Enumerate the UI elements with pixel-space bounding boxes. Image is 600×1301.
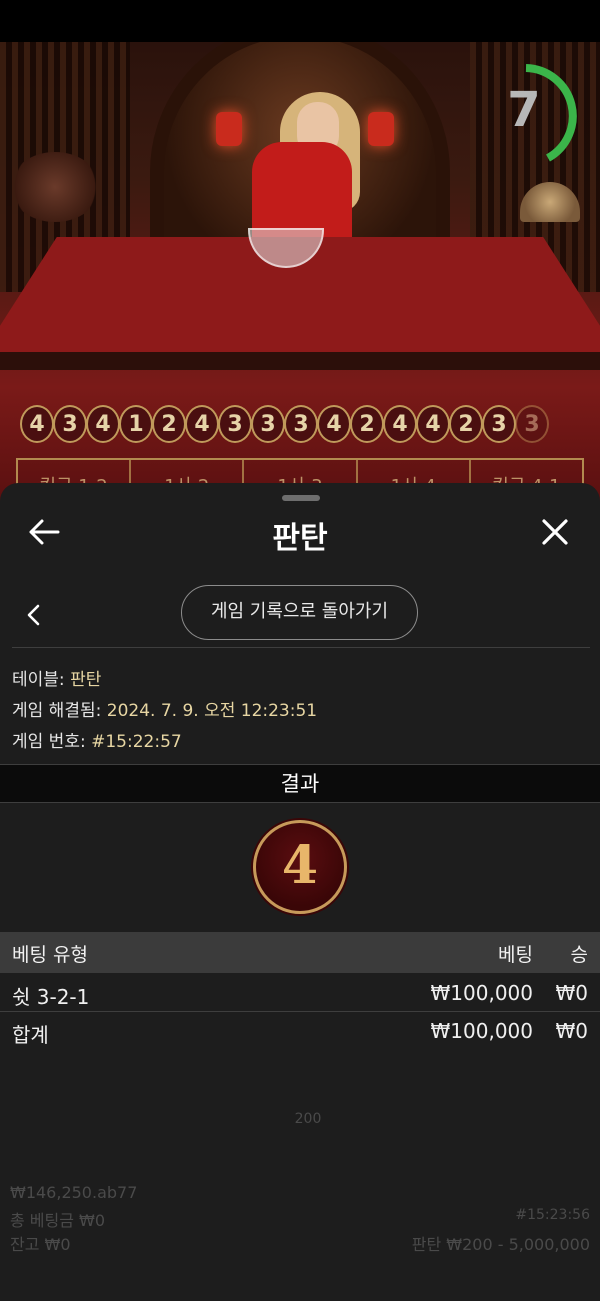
game-detail-sheet: 판탄 게임 기록으로 돌아가기 테이블: 판탄 게임 해결됨: 2024. 7.…	[0, 483, 600, 1301]
divider	[12, 647, 590, 648]
lantern-right	[368, 112, 394, 146]
row-bet-amount: ₩100,000	[430, 981, 533, 1005]
chip-value: 200	[294, 1111, 322, 1127]
total-label: 합계	[12, 1023, 49, 1047]
table-label: 테이블:	[12, 670, 65, 690]
history-ball: 3	[251, 405, 285, 443]
history-ball: 4	[20, 405, 54, 443]
close-icon[interactable]	[540, 517, 570, 547]
history-ball: 4	[185, 405, 219, 443]
sheet-drag-handle[interactable]	[282, 495, 320, 501]
header-bet-type: 베팅 유형	[12, 944, 88, 966]
game-number-info: 게임 번호: #15:22:57	[12, 727, 182, 752]
history-ball: 4	[86, 405, 120, 443]
table-value: 판탄	[70, 670, 102, 690]
back-to-history-button[interactable]: 게임 기록으로 돌아가기	[181, 585, 418, 640]
result-ball: 4	[253, 820, 347, 914]
result-number: 4	[281, 835, 319, 896]
history-ball: 4	[383, 405, 417, 443]
row-win-amount: ₩0	[555, 981, 589, 1005]
game-number-value: #15:22:57	[91, 732, 182, 752]
table-limits: 판탄 ₩200 - 5,000,000	[411, 1235, 590, 1254]
history-ball: 2	[449, 405, 483, 443]
total-bet-amount: ₩100,000	[430, 1019, 533, 1043]
row-divider	[0, 1011, 600, 1012]
game-table-edge	[0, 352, 600, 370]
history-ball: 3	[482, 405, 516, 443]
header-bet: 베팅	[498, 944, 533, 966]
total-row: 합계 ₩100,000 ₩0	[0, 1015, 600, 1053]
result-heading: 결과	[0, 764, 600, 803]
decor-plant	[10, 152, 100, 222]
balance-line: ₩146,250.ab77	[10, 1183, 138, 1202]
round-time: #15:23:56	[515, 1207, 590, 1223]
history-ball: 3	[218, 405, 252, 443]
sheet-title: 판탄	[272, 521, 328, 556]
history-ball: 4	[317, 405, 351, 443]
resolved-info: 게임 해결됨: 2024. 7. 9. 오전 12:23:51	[12, 696, 317, 721]
resolved-label: 게임 해결됨:	[12, 701, 102, 721]
row-bet-type: 쉿 3-2-1	[12, 985, 90, 1009]
history-ball: 1	[119, 405, 153, 443]
game-number-label: 게임 번호:	[12, 732, 86, 752]
status-bar	[0, 0, 600, 42]
history-ball: 2	[350, 405, 384, 443]
bets-table-header: 베팅 유형 베팅 승	[0, 932, 600, 973]
timer-value: 7	[507, 82, 541, 138]
history-ball: 3	[515, 405, 549, 443]
balance-text: 잔고 ₩0	[10, 1235, 71, 1254]
history-ball: 4	[416, 405, 450, 443]
history-ball: 3	[284, 405, 318, 443]
header-win: 승	[570, 944, 588, 966]
history-ball: 3	[53, 405, 87, 443]
table-row: 쉿 3-2-1 ₩100,000 ₩0	[0, 977, 600, 1015]
table-info: 테이블: 판탄	[12, 665, 101, 690]
history-ball: 2	[152, 405, 186, 443]
lantern-left	[216, 112, 242, 146]
countdown-timer: 7	[504, 62, 578, 166]
total-bet-text: 총 베팅금 ₩0	[10, 1211, 106, 1230]
chevron-left-icon[interactable]	[22, 601, 46, 629]
result-history-strip: 4341243334244233	[20, 405, 549, 443]
resolved-value: 2024. 7. 9. 오전 12:23:51	[106, 701, 318, 721]
total-win-amount: ₩0	[555, 1019, 589, 1043]
